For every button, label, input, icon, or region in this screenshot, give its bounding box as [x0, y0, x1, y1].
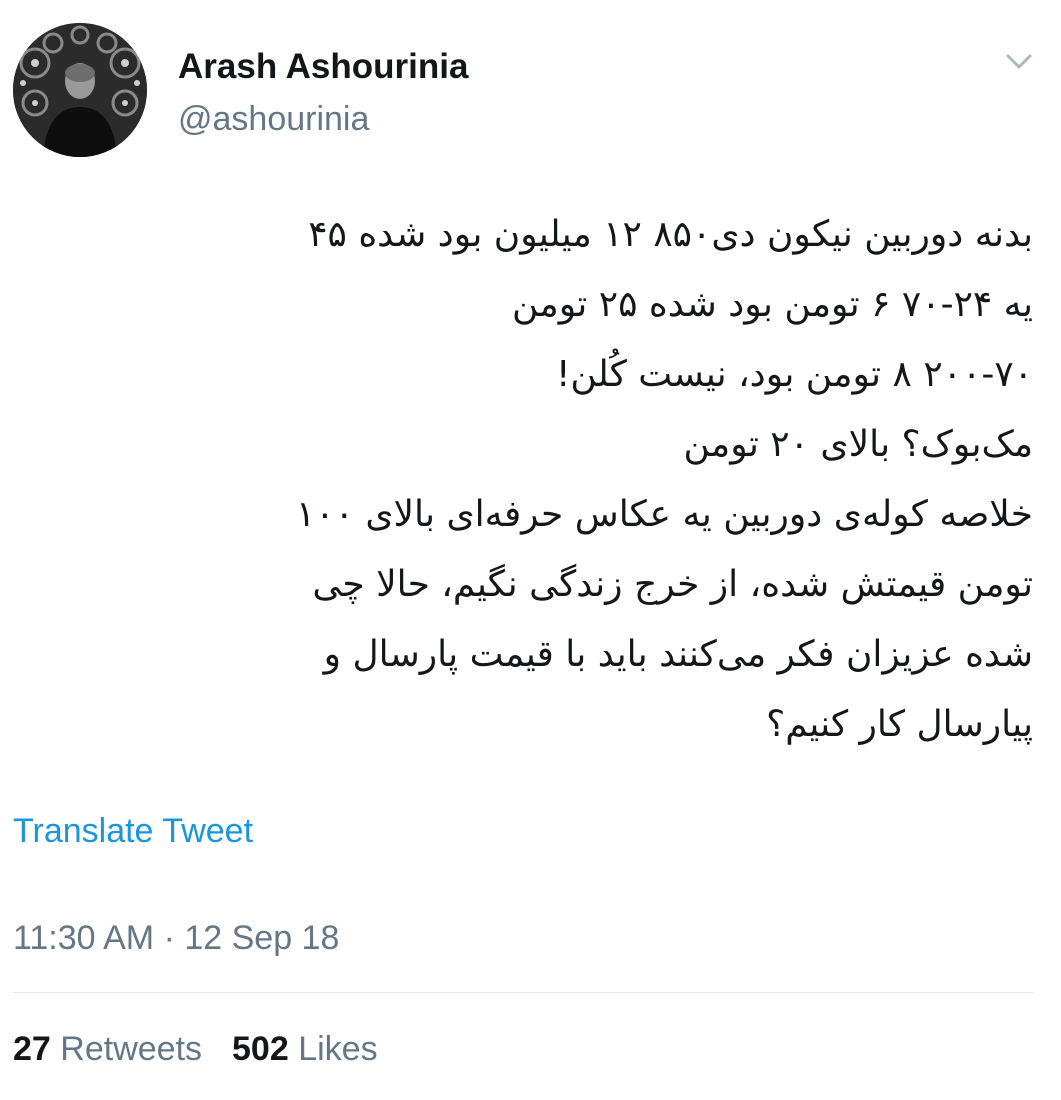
likes-label: Likes — [298, 1030, 378, 1068]
tweet-card: Arash Ashourinia @ashourinia بدنه دوربین… — [0, 0, 1061, 1100]
tweet-timestamp[interactable]: 11:30 AM · 12 Sep 18 — [13, 917, 339, 959]
tweet-line: بدنه دوربین نیکون دی۸۵۰ ۱۲ میلیون بود شد… — [308, 214, 1033, 255]
tweet-line: پیارسال کار کنیم؟ — [766, 704, 1033, 745]
tweet-line: تومن قیمتش شده، از خرج زندگی نگیم، حالا … — [312, 564, 1033, 605]
tweet-line: شده عزیزان فکر می‌کنند باید با قیمت پارس… — [323, 634, 1033, 675]
tweet-line: ۲۰۰-۷۰ ۸ تومن بود، نیست کُلن! — [555, 354, 1033, 395]
retweets-label: Retweets — [60, 1030, 203, 1068]
user-handle[interactable]: @ashourinia — [178, 99, 369, 139]
translate-tweet-link[interactable]: Translate Tweet — [13, 810, 253, 852]
tweet-text: بدنه دوربین نیکون دی۸۵۰ ۱۲ میلیون بود شد… — [78, 200, 1033, 760]
likes-count: 502 — [232, 1030, 289, 1068]
tweet-line: یه ۲۴-۷۰ ۶ تومن بود شده ۲۵ تومن — [512, 284, 1033, 325]
display-name[interactable]: Arash Ashourinia — [178, 46, 468, 88]
tweet-line: مک‌بوک؟ بالای ۲۰ تومن — [683, 424, 1033, 465]
retweets-count: 27 — [13, 1030, 51, 1068]
retweets-stat[interactable]: 27 Retweets — [13, 1028, 202, 1070]
engagement-stats: 27 Retweets 502 Likes — [13, 1028, 378, 1070]
tweet-line: خلاصه کوله‌ی دوربین یه عکاس حرفه‌ای بالا… — [295, 494, 1033, 535]
avatar-image — [13, 23, 147, 157]
avatar[interactable] — [13, 23, 147, 157]
likes-stat[interactable]: 502 Likes — [232, 1028, 378, 1070]
chevron-down-icon[interactable] — [1004, 48, 1034, 74]
divider — [13, 992, 1033, 993]
